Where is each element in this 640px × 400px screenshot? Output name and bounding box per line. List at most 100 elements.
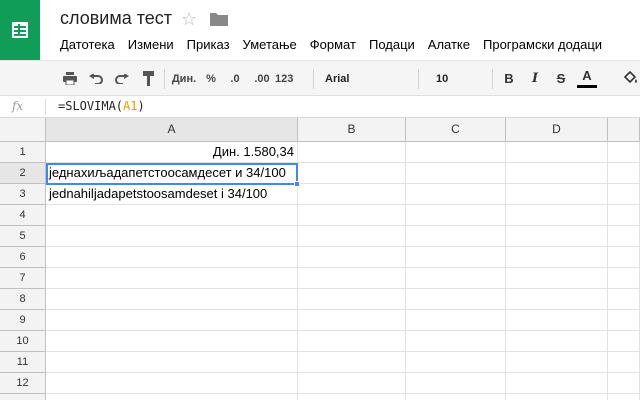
- row-header-10[interactable]: 10: [0, 331, 46, 352]
- cell-b11[interactable]: [298, 352, 406, 373]
- menu-edit[interactable]: Измени: [128, 37, 174, 53]
- text-color-button[interactable]: A: [576, 61, 598, 96]
- cell-e8[interactable]: [608, 289, 640, 310]
- menu-file[interactable]: Датотека: [60, 37, 115, 53]
- cell-b9[interactable]: [298, 310, 406, 331]
- cell-a12[interactable]: [46, 373, 298, 394]
- row-header-9[interactable]: 9: [0, 310, 46, 331]
- column-header-a[interactable]: A: [46, 118, 298, 142]
- sheets-logo-icon[interactable]: [0, 0, 40, 60]
- cell-d7[interactable]: [506, 268, 608, 289]
- cell-e5[interactable]: [608, 226, 640, 247]
- column-header-c[interactable]: C: [406, 118, 506, 142]
- cell-c8[interactable]: [406, 289, 506, 310]
- row-header-13[interactable]: [0, 394, 46, 400]
- cell-e4[interactable]: [608, 205, 640, 226]
- cell-b2[interactable]: [298, 163, 406, 184]
- increase-decimal-button[interactable]: .00: [250, 61, 274, 96]
- cell-a2[interactable]: једнахиљадапетстоосамдесет и 34/100: [46, 163, 298, 184]
- cell-d5[interactable]: [506, 226, 608, 247]
- cell-b1[interactable]: [298, 142, 406, 163]
- cell-b3[interactable]: [298, 184, 406, 205]
- more-formats-dropdown[interactable]: 123: [275, 61, 305, 96]
- cell-e3[interactable]: [608, 184, 640, 205]
- cell-a6[interactable]: [46, 247, 298, 268]
- star-icon[interactable]: ☆: [181, 8, 197, 30]
- cell-e6[interactable]: [608, 247, 640, 268]
- cell-a11[interactable]: [46, 352, 298, 373]
- formula-input[interactable]: =SLOVIMA(A1): [58, 99, 145, 113]
- row-header-6[interactable]: 6: [0, 247, 46, 268]
- document-title[interactable]: словима тест: [60, 8, 172, 29]
- cell-c5[interactable]: [406, 226, 506, 247]
- cell-a8[interactable]: [46, 289, 298, 310]
- undo-icon[interactable]: [86, 61, 106, 96]
- cell-c6[interactable]: [406, 247, 506, 268]
- column-header-d[interactable]: D: [506, 118, 608, 142]
- cell-a4[interactable]: [46, 205, 298, 226]
- redo-icon[interactable]: [112, 61, 132, 96]
- cell-d10[interactable]: [506, 331, 608, 352]
- fill-handle[interactable]: [294, 181, 300, 187]
- cell-d3[interactable]: [506, 184, 608, 205]
- column-header-b[interactable]: B: [298, 118, 406, 142]
- folder-icon[interactable]: [210, 12, 228, 26]
- cell-d13[interactable]: [506, 394, 608, 400]
- currency-format-button[interactable]: Дин.: [168, 61, 200, 96]
- cell-a13[interactable]: [46, 394, 298, 400]
- cell-b5[interactable]: [298, 226, 406, 247]
- cell-e2[interactable]: [608, 163, 640, 184]
- row-header-7[interactable]: 7: [0, 268, 46, 289]
- row-header-3[interactable]: 3: [0, 184, 46, 205]
- cell-d8[interactable]: [506, 289, 608, 310]
- cell-e12[interactable]: [608, 373, 640, 394]
- row-header-1[interactable]: 1: [0, 142, 46, 163]
- cell-e7[interactable]: [608, 268, 640, 289]
- cell-d2[interactable]: [506, 163, 608, 184]
- cell-e13[interactable]: [608, 394, 640, 400]
- cell-b4[interactable]: [298, 205, 406, 226]
- menu-tools[interactable]: Алатке: [428, 37, 470, 53]
- menu-format[interactable]: Формат: [310, 37, 356, 53]
- cell-a10[interactable]: [46, 331, 298, 352]
- cell-c7[interactable]: [406, 268, 506, 289]
- percent-format-button[interactable]: %: [203, 61, 219, 96]
- cell-c2[interactable]: [406, 163, 506, 184]
- cell-d6[interactable]: [506, 247, 608, 268]
- row-header-5[interactable]: 5: [0, 226, 46, 247]
- cell-e9[interactable]: [608, 310, 640, 331]
- row-header-8[interactable]: 8: [0, 289, 46, 310]
- cell-b12[interactable]: [298, 373, 406, 394]
- cell-c11[interactable]: [406, 352, 506, 373]
- cell-c10[interactable]: [406, 331, 506, 352]
- cell-e11[interactable]: [608, 352, 640, 373]
- cell-d12[interactable]: [506, 373, 608, 394]
- menu-data[interactable]: Подаци: [369, 37, 415, 53]
- cell-e1[interactable]: [608, 142, 640, 163]
- font-family-dropdown[interactable]: Arial: [325, 61, 410, 96]
- cell-b13[interactable]: [298, 394, 406, 400]
- cell-e10[interactable]: [608, 331, 640, 352]
- cell-a9[interactable]: [46, 310, 298, 331]
- row-header-2[interactable]: 2: [0, 163, 46, 184]
- cell-b8[interactable]: [298, 289, 406, 310]
- cell-a3[interactable]: jednahiljadapetstoosamdeset i 34/100: [46, 184, 298, 205]
- cell-a7[interactable]: [46, 268, 298, 289]
- cell-a1[interactable]: Дин. 1.580,34: [46, 142, 298, 163]
- bold-button[interactable]: B: [500, 61, 518, 96]
- menu-view[interactable]: Приказ: [187, 37, 230, 53]
- cell-b6[interactable]: [298, 247, 406, 268]
- font-size-dropdown[interactable]: 10: [436, 61, 486, 96]
- cell-d1[interactable]: [506, 142, 608, 163]
- menu-addons[interactable]: Програмски додаци: [483, 37, 602, 53]
- select-all-corner[interactable]: [0, 118, 46, 142]
- row-header-4[interactable]: 4: [0, 205, 46, 226]
- italic-button[interactable]: I: [526, 61, 544, 96]
- column-header-e[interactable]: [608, 118, 640, 142]
- cell-b7[interactable]: [298, 268, 406, 289]
- cell-c1[interactable]: [406, 142, 506, 163]
- row-header-11[interactable]: 11: [0, 352, 46, 373]
- fill-color-icon[interactable]: [622, 61, 640, 96]
- cell-a5[interactable]: [46, 226, 298, 247]
- row-header-12[interactable]: 12: [0, 373, 46, 394]
